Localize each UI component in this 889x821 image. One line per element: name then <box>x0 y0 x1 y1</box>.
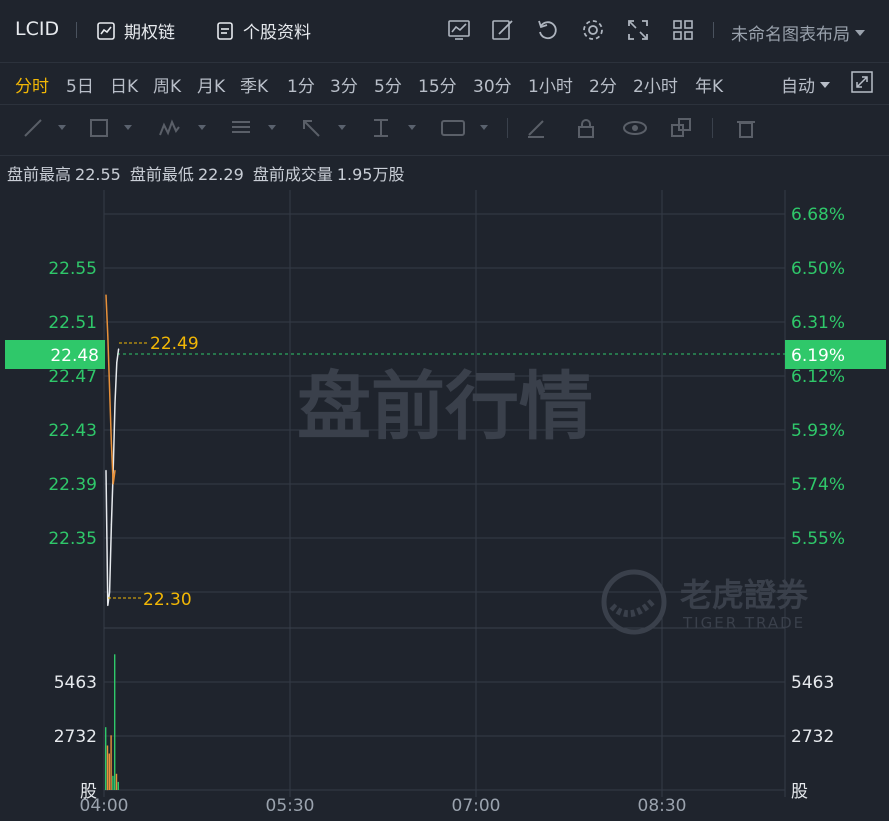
brand-watermark: 老虎證券 <box>680 576 809 614</box>
price-tick: 22.43 <box>48 421 97 441</box>
tiger-logo-icon <box>601 569 667 635</box>
percent-tick: 6.68% <box>791 205 845 225</box>
min-marker-label: 22.30 <box>143 590 192 610</box>
series-point-price <box>114 402 116 404</box>
series-point-price <box>105 469 107 472</box>
max-marker-label: 22.49 <box>150 334 199 354</box>
percent-tick: 5.93% <box>791 421 845 441</box>
price-axis: 22.55 22.51 22.47 22.43 22.39 22.35 <box>48 259 97 549</box>
volume-bar <box>110 735 112 790</box>
volume-bar <box>112 775 114 790</box>
price-tick: 22.39 <box>48 475 97 495</box>
series-point-price <box>109 591 111 593</box>
time-tick: 08:30 <box>638 796 687 816</box>
percent-tick: 6.31% <box>791 313 845 333</box>
volume-unit-right: 股 <box>791 782 808 802</box>
series-point-price <box>110 523 112 526</box>
series-point-avg <box>109 388 111 391</box>
time-tick: 07:00 <box>452 796 501 816</box>
volume-bar <box>117 781 119 790</box>
series-point-avg <box>112 483 114 485</box>
chart-grid <box>103 190 786 797</box>
series-point-avg <box>114 469 116 472</box>
time-axis: 04:00 05:30 07:00 08:30 <box>80 796 687 816</box>
series-point-avg <box>105 294 107 296</box>
percent-tick: 5.74% <box>791 475 845 495</box>
time-tick: 04:00 <box>80 796 129 816</box>
price-tick: 22.35 <box>48 529 97 549</box>
volume-tick-right: 5463 <box>791 673 834 693</box>
volume-bar <box>115 773 118 790</box>
volume-tick-left: 2732 <box>54 727 97 747</box>
price-series <box>105 294 120 607</box>
percent-axis: 6.68% 6.50% 6.31% 6.12% 5.93% 5.74% 5.55% <box>791 205 845 549</box>
volume-bars <box>105 654 119 791</box>
series-point-price <box>107 604 109 607</box>
series-point-price <box>116 361 118 364</box>
percent-tick: 6.50% <box>791 259 845 279</box>
brand-en-watermark: TIGER TRADE <box>682 614 805 632</box>
volume-bar <box>108 753 110 790</box>
volume-bar <box>105 727 107 790</box>
series-point-avg <box>107 334 109 337</box>
price-tick: 22.55 <box>48 259 97 279</box>
price-tick: 22.47 <box>48 367 97 387</box>
percent-tick: 6.12% <box>791 367 845 387</box>
time-tick: 05:30 <box>266 796 315 816</box>
watermark-text: 盘前行情 <box>297 364 593 450</box>
intraday-chart[interactable]: 盘前行情 老虎證券 TIGER TRADE 22.5522.5122.4722.… <box>0 0 889 821</box>
volume-tick-left: 5463 <box>54 673 97 693</box>
current-pct-label: 6.19% <box>791 346 845 366</box>
series-point-price <box>118 348 120 350</box>
volume-tick-right: 2732 <box>791 727 834 747</box>
volume-bar <box>114 654 116 790</box>
volume-bar <box>106 745 109 791</box>
percent-tick: 5.55% <box>791 529 845 549</box>
series-point-avg <box>110 442 112 445</box>
price-tick: 22.51 <box>48 313 97 333</box>
current-price-label: 22.48 <box>50 346 99 366</box>
